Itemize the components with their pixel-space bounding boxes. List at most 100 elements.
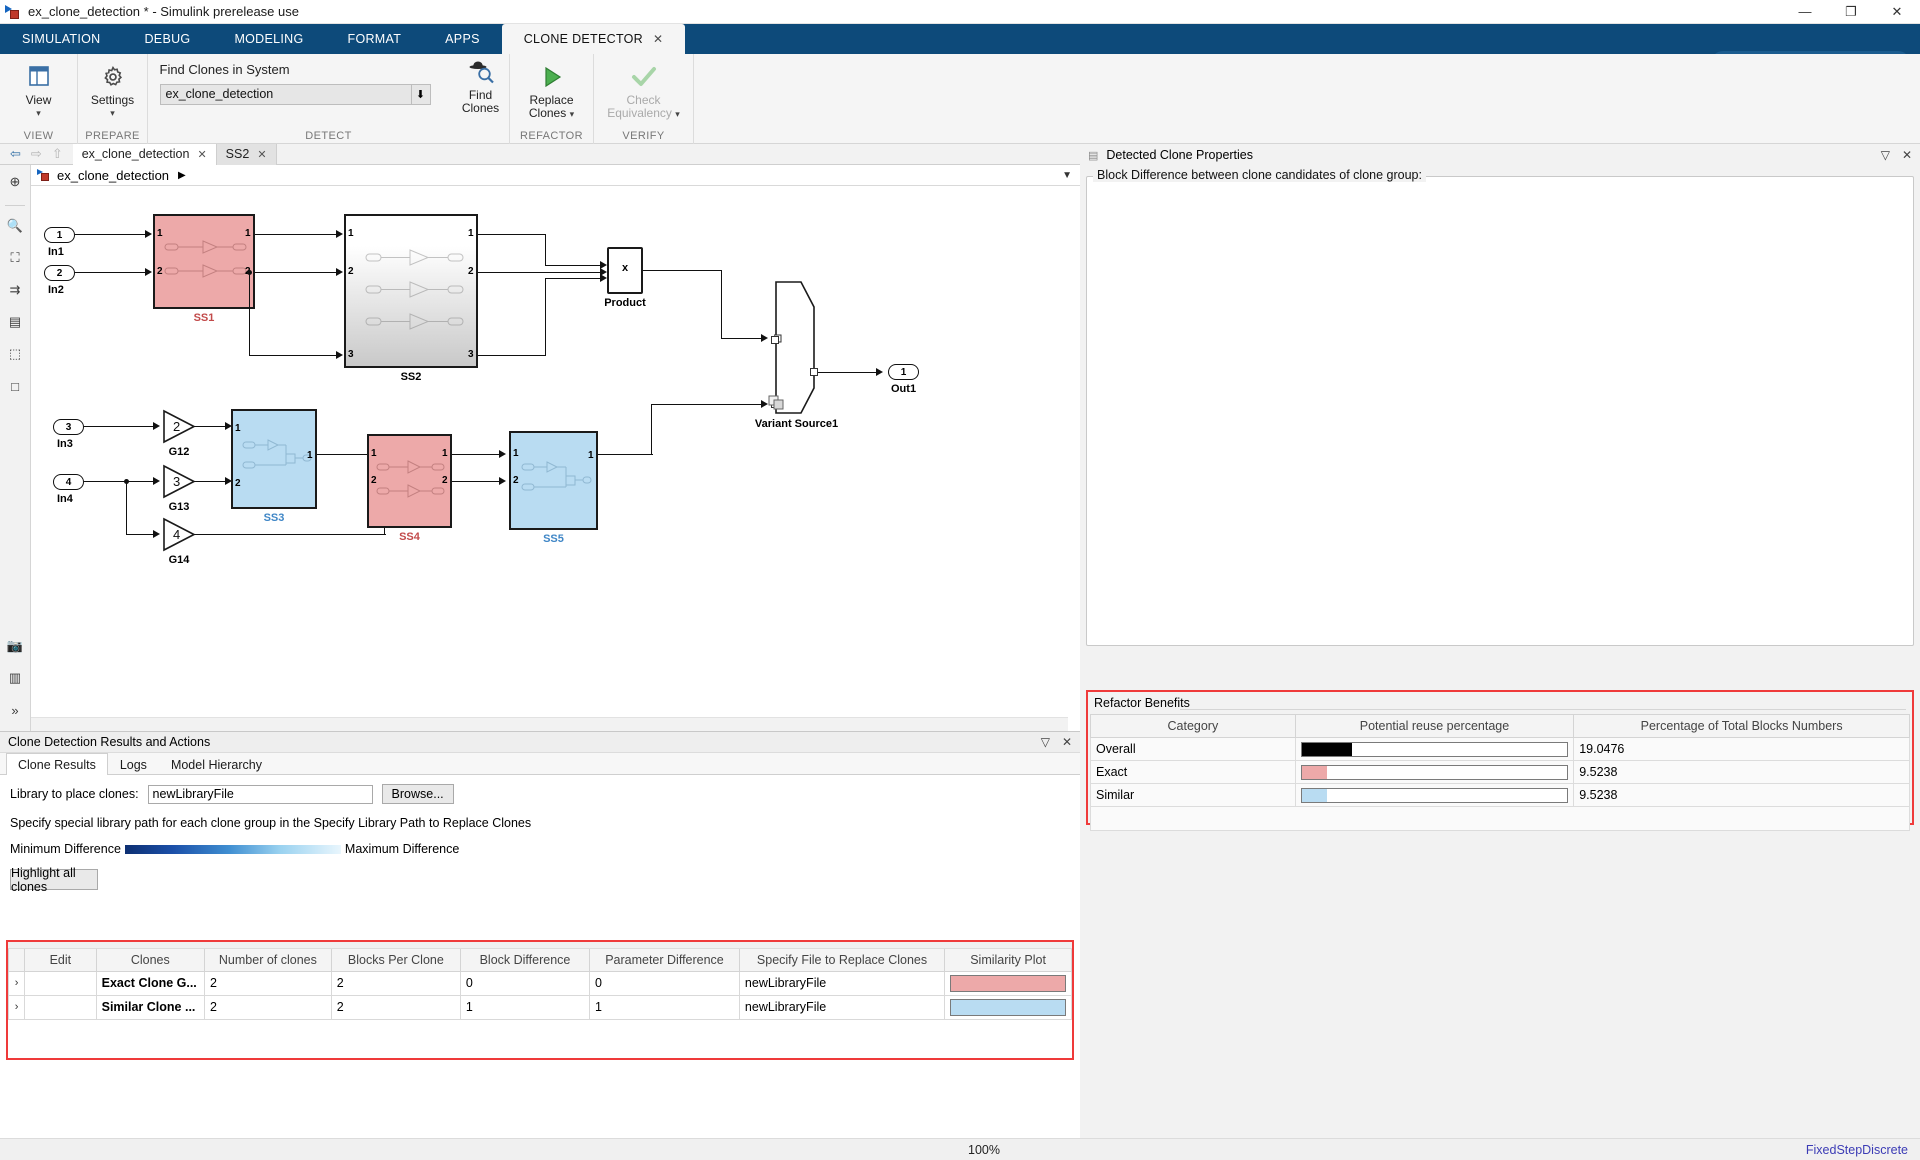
inport-in3[interactable]: 3 (53, 419, 84, 435)
pin-icon[interactable]: ⬇ (412, 84, 431, 105)
arrow (153, 530, 160, 538)
view-button[interactable]: View ▾ (5, 59, 73, 118)
tab-clone-detector[interactable]: CLONE DETECTOR ✕ (502, 24, 686, 54)
cell-reuse-meter (1295, 784, 1573, 807)
block-gain-g13[interactable]: 3 (162, 464, 197, 499)
cell-edit[interactable] (25, 971, 96, 995)
block-ss2[interactable] (344, 214, 478, 368)
back-icon[interactable]: ⊕ (4, 171, 26, 193)
table-row[interactable]: › Similar Clone ... 2 2 1 1 newLibraryFi… (9, 995, 1072, 1019)
close-icon[interactable]: ✕ (1902, 148, 1912, 162)
minimize-button[interactable]: — (1782, 0, 1828, 24)
zoom-icon[interactable]: 🔍 (4, 215, 26, 237)
row-expand-icon[interactable]: › (9, 971, 25, 995)
notes-icon[interactable]: ▥ (4, 667, 26, 689)
clone-results-table-wrapper: Edit Clones Number of clones Blocks Per … (6, 940, 1074, 1060)
table-row[interactable]: Exact 9.5238 (1091, 761, 1910, 784)
chevron-down-icon[interactable]: ▾ (675, 109, 680, 119)
row-expand-icon[interactable]: › (9, 995, 25, 1019)
fit-to-view-icon[interactable]: ⛶ (4, 247, 26, 269)
model-canvas[interactable]: 1 In1 2 In2 1 2 1 2 SS (31, 186, 1080, 731)
tab-clone-results[interactable]: Clone Results (6, 753, 108, 775)
forward-icon[interactable]: ⇨ (31, 146, 42, 162)
col-similarity-plot[interactable]: Similarity Plot (945, 949, 1072, 971)
inport-in4[interactable]: 4 (53, 474, 84, 490)
similarity-plot-bar (950, 975, 1066, 992)
close-icon[interactable]: ✕ (257, 148, 266, 161)
close-icon[interactable]: ✕ (1062, 735, 1072, 749)
image-icon[interactable]: ⬚ (4, 343, 26, 365)
annotation-icon[interactable]: ▤ (4, 311, 26, 333)
clone-results-scrollbar[interactable] (8, 942, 1072, 949)
wire (545, 278, 546, 356)
browse-button[interactable]: Browse... (382, 784, 454, 804)
block-ss5-label: SS5 (509, 533, 598, 545)
block-gain-g12[interactable]: 2 (162, 409, 197, 444)
system-input[interactable]: ex_clone_detection (160, 84, 412, 105)
tab-format[interactable]: FORMAT (326, 24, 424, 54)
tab-debug[interactable]: DEBUG (122, 24, 212, 54)
replace-clones-button[interactable]: Replace Clones ▾ (510, 59, 594, 120)
close-button[interactable]: ✕ (1874, 0, 1920, 24)
tab-model-hierarchy[interactable]: Model Hierarchy (159, 753, 274, 775)
arrow (761, 400, 768, 408)
up-icon[interactable]: ⇧ (52, 146, 63, 162)
chevron-down-icon[interactable]: ▾ (570, 109, 575, 119)
expand-icon[interactable]: » (4, 699, 26, 721)
col-block-difference[interactable]: Block Difference (460, 949, 589, 971)
breadcrumb-root[interactable]: ex_clone_detection (57, 168, 169, 183)
dock-icon[interactable]: ▤ (1088, 149, 1098, 162)
settings-button[interactable]: Settings ▾ (79, 59, 147, 118)
highlight-all-clones-button[interactable]: Highlight all clones (10, 869, 98, 890)
close-icon[interactable]: ✕ (197, 148, 206, 161)
block-ss3[interactable] (231, 409, 317, 509)
block-ss5[interactable] (509, 431, 598, 530)
variant-badge-icon (768, 395, 786, 411)
inport-in1[interactable]: 1 (44, 227, 75, 243)
svg-text:3: 3 (173, 474, 180, 489)
col-edit[interactable]: Edit (25, 949, 96, 971)
collapse-icon[interactable]: ▽ (1881, 148, 1890, 162)
library-input[interactable]: newLibraryFile (148, 785, 373, 804)
cell-file[interactable]: newLibraryFile (739, 971, 944, 995)
table-row[interactable]: Overall 19.0476 (1091, 738, 1910, 761)
block-ss1[interactable] (153, 214, 255, 309)
cell-file[interactable]: newLibraryFile (739, 995, 944, 1019)
col-number-of-clones[interactable]: Number of clones (204, 949, 331, 971)
col-parameter-difference[interactable]: Parameter Difference (590, 949, 740, 971)
outport-out1[interactable]: 1 (888, 364, 919, 380)
block-gain-g14[interactable]: 4 (162, 517, 197, 552)
wire (721, 338, 763, 339)
inport-in2[interactable]: 2 (44, 265, 75, 281)
divider (1180, 709, 1906, 710)
tab-apps[interactable]: APPS (423, 24, 502, 54)
chevron-down-icon[interactable]: ▾ (36, 109, 41, 118)
cell-edit[interactable] (25, 995, 96, 1019)
col-clones[interactable]: Clones (96, 949, 204, 971)
breadcrumb-dropdown-icon[interactable]: ▼ (1062, 170, 1072, 181)
solver-label[interactable]: FixedStepDiscrete (1806, 1143, 1908, 1157)
wire (478, 272, 602, 273)
table-row[interactable]: › Exact Clone G... 2 2 0 0 newLibraryFil… (9, 971, 1072, 995)
col-specify-file[interactable]: Specify File to Replace Clones (739, 949, 944, 971)
close-icon[interactable]: ✕ (653, 32, 663, 46)
back-icon[interactable]: ⇦ (10, 146, 21, 162)
camera-icon[interactable]: 📷 (4, 635, 26, 657)
tab-simulation[interactable]: SIMULATION (0, 24, 122, 54)
chevron-down-icon[interactable]: ▾ (110, 109, 115, 118)
signal-routing-icon[interactable]: ⇉ (4, 279, 26, 301)
model-tab-ex-clone-detection[interactable]: ex_clone_detection ✕ (73, 144, 217, 165)
tab-modeling[interactable]: MODELING (212, 24, 325, 54)
model-tab-ss2[interactable]: SS2 ✕ (217, 144, 277, 165)
find-clones-button[interactable]: FindClones (452, 54, 510, 115)
col-blocks-per-clone[interactable]: Blocks Per Clone (331, 949, 460, 971)
canvas-horizontal-scrollbar[interactable] (31, 717, 1068, 731)
tab-logs[interactable]: Logs (108, 753, 159, 775)
area-icon[interactable]: □ (4, 375, 26, 397)
maximize-button[interactable]: ❐ (1828, 0, 1874, 24)
table-row[interactable]: Similar 9.5238 (1091, 784, 1910, 807)
wire (452, 481, 501, 482)
check-equivalency-button[interactable]: Check Equivalency ▾ (594, 59, 694, 120)
block-ss4[interactable] (367, 434, 452, 528)
collapse-icon[interactable]: ▽ (1041, 735, 1050, 749)
